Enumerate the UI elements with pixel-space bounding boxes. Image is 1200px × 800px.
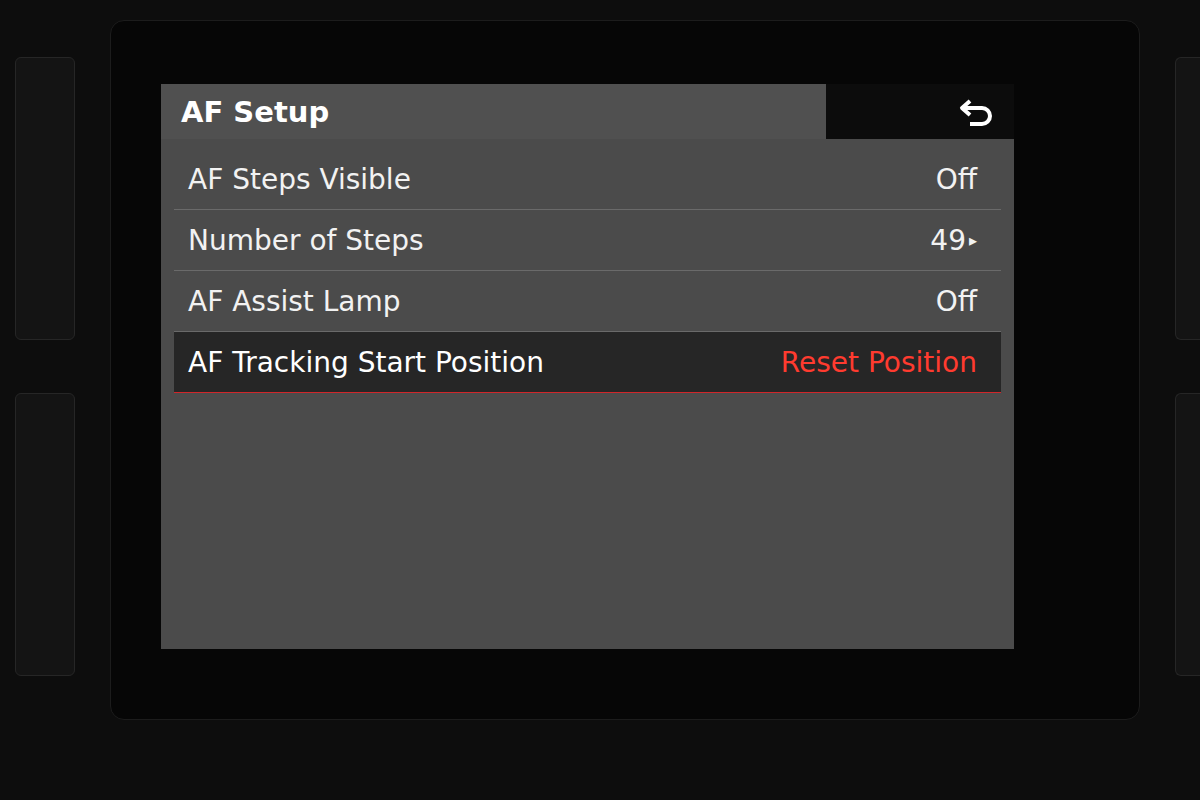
menu-screen: AF Setup AF Steps Visible Off Number of St… <box>161 84 1014 649</box>
menu-row[interactable]: AF Tracking Start Position Reset Position <box>174 332 1001 393</box>
row-label: AF Steps Visible <box>188 163 411 196</box>
row-value: Reset Position <box>781 346 977 379</box>
row-label: AF Tracking Start Position <box>188 346 544 379</box>
menu-header: AF Setup <box>161 84 1014 139</box>
menu-list: AF Steps Visible Off Number of Steps 49▸ AF … <box>174 149 1001 393</box>
screen-bezel: AF Setup AF Steps Visible Off Number of St… <box>110 20 1140 720</box>
side-button[interactable] <box>15 393 75 676</box>
menu-title: AF Setup <box>161 84 826 139</box>
left-buttons <box>15 0 75 800</box>
back-button[interactable] <box>826 84 1014 139</box>
side-button[interactable] <box>1175 393 1200 676</box>
row-value: Off <box>936 163 977 196</box>
row-value-box: Reset Position <box>781 346 977 379</box>
row-value: Off <box>936 285 977 318</box>
row-value: 49 <box>930 224 966 257</box>
right-buttons <box>1175 0 1200 800</box>
submenu-marker: ▸ <box>969 231 977 250</box>
back-arrow-icon[interactable] <box>958 95 996 129</box>
side-button[interactable] <box>15 57 75 340</box>
row-label: AF Assist Lamp <box>188 285 401 318</box>
menu-row[interactable]: Number of Steps 49▸ <box>174 210 1001 271</box>
row-value-box: Off <box>936 163 977 196</box>
menu-row[interactable]: AF Steps Visible Off <box>174 149 1001 210</box>
menu-row[interactable]: AF Assist Lamp Off <box>174 271 1001 332</box>
row-label: Number of Steps <box>188 224 424 257</box>
row-value-box: 49▸ <box>930 224 977 257</box>
row-value-box: Off <box>936 285 977 318</box>
side-button[interactable] <box>1175 57 1200 340</box>
